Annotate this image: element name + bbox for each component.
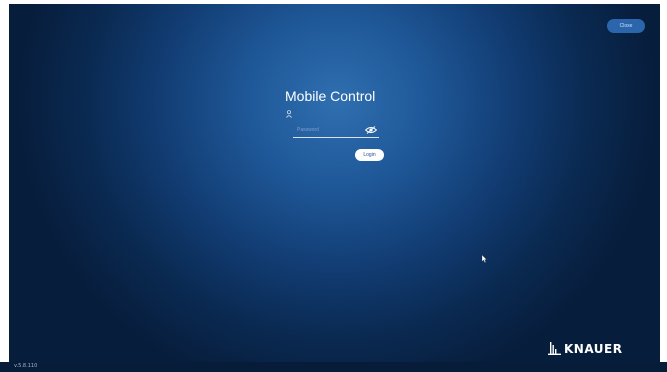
status-bar (0, 362, 667, 372)
eye-icon[interactable] (365, 126, 377, 134)
login-screen (9, 4, 660, 362)
password-input[interactable] (293, 124, 365, 136)
mouse-cursor-icon (482, 255, 487, 263)
app-title: Mobile Control (285, 88, 376, 104)
knauer-logo: KNAUER (548, 339, 622, 355)
login-button[interactable]: Login (355, 149, 384, 161)
close-button[interactable]: Close (607, 19, 645, 33)
user-icon (286, 110, 292, 118)
password-underline (293, 137, 379, 138)
logo-text: KNAUER (564, 342, 623, 356)
knauer-logo-mark-icon (548, 342, 561, 355)
password-field[interactable] (293, 124, 379, 138)
version-label: v.5.8.110 (14, 363, 38, 369)
